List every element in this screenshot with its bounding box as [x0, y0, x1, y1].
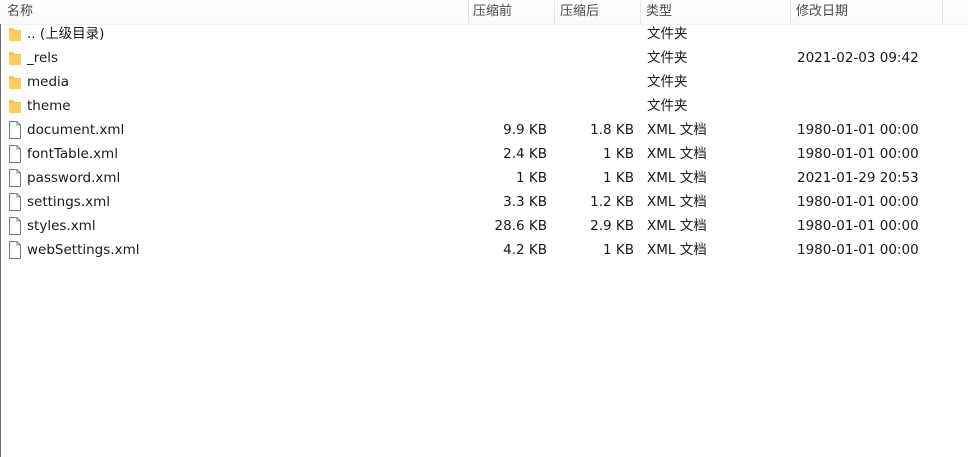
folder-icon	[8, 97, 22, 115]
file-type: XML 文档	[647, 194, 707, 210]
file-name: media	[27, 74, 70, 90]
modified-date: 1980-01-01 00:00	[797, 218, 919, 234]
file-row[interactable]: settings.xml 3.3 KB 1.2 KB XML 文档 1980-01-01…	[1, 190, 968, 214]
file-type: 文件夹	[647, 74, 688, 90]
column-divider[interactable]	[554, 0, 555, 24]
file-icon	[8, 193, 22, 211]
file-name: fontTable.xml	[27, 146, 118, 162]
file-icon	[8, 169, 22, 187]
file-row[interactable]: _rels 文件夹 2021-02-03 09:42	[1, 46, 968, 70]
original-size: 1 KB	[516, 170, 547, 186]
file-name: password.xml	[27, 170, 121, 186]
original-size: 28.6 KB	[494, 218, 547, 234]
file-row[interactable]: .. (上级目录) 文件夹	[1, 22, 968, 46]
modified-date: 2021-02-03 09:42	[797, 50, 919, 66]
column-header-name[interactable]: 名称	[7, 0, 33, 24]
file-row[interactable]: styles.xml 28.6 KB 2.9 KB XML 文档 1980-01-01 …	[1, 214, 968, 238]
file-type: XML 文档	[647, 218, 707, 234]
modified-date: 1980-01-01 00:00	[797, 122, 919, 138]
file-name: _rels	[27, 50, 59, 66]
modified-date: 1980-01-01 00:00	[797, 194, 919, 210]
compressed-size: 1 KB	[603, 170, 634, 186]
modified-date: 2021-01-29 20:53	[797, 170, 919, 186]
file-row[interactable]: password.xml 1 KB 1 KB XML 文档 2021-01-29 20:…	[1, 166, 968, 190]
folder-icon	[8, 73, 22, 91]
column-header-original-size[interactable]: 压缩前	[473, 0, 512, 24]
file-type: 文件夹	[647, 26, 688, 42]
file-icon	[8, 241, 22, 259]
modified-date: 1980-01-01 00:00	[797, 146, 919, 162]
file-icon	[8, 217, 22, 235]
file-type: XML 文档	[647, 242, 707, 258]
compressed-size: 1 KB	[603, 242, 634, 258]
file-name: webSettings.xml	[27, 242, 140, 258]
file-row[interactable]: webSettings.xml 4.2 KB 1 KB XML 文档 1980-01-0…	[1, 238, 968, 262]
file-name: styles.xml	[27, 218, 96, 234]
file-type: 文件夹	[647, 98, 688, 114]
modified-date: 1980-01-01 00:00	[797, 242, 919, 258]
file-type: XML 文档	[647, 122, 707, 138]
folder-icon	[8, 25, 22, 43]
column-header-modified[interactable]: 修改日期	[796, 0, 848, 24]
file-icon	[8, 145, 22, 163]
column-divider[interactable]	[790, 0, 791, 24]
file-type: XML 文档	[647, 170, 707, 186]
file-row[interactable]: fontTable.xml 2.4 KB 1 KB XML 文档 1980-01-01 …	[1, 142, 968, 166]
file-type: 文件夹	[647, 50, 688, 66]
file-row[interactable]: document.xml 9.9 KB 1.8 KB XML 文档 1980-01-01…	[1, 118, 968, 142]
compressed-size: 2.9 KB	[590, 218, 634, 234]
file-name: document.xml	[27, 122, 125, 138]
original-size: 2.4 KB	[503, 146, 547, 162]
file-icon	[8, 121, 22, 139]
column-divider[interactable]	[942, 0, 943, 24]
folder-icon	[8, 49, 22, 67]
original-size: 9.9 KB	[503, 122, 547, 138]
file-row[interactable]: media 文件夹	[1, 70, 968, 94]
column-header-type[interactable]: 类型	[646, 0, 672, 24]
file-name: .. (上级目录)	[27, 26, 105, 42]
file-name: settings.xml	[27, 194, 111, 210]
file-type: XML 文档	[647, 146, 707, 162]
compressed-size: 1 KB	[603, 146, 634, 162]
column-divider[interactable]	[468, 0, 469, 24]
compressed-size: 1.2 KB	[590, 194, 634, 210]
file-name: theme	[27, 98, 71, 114]
original-size: 4.2 KB	[503, 242, 547, 258]
compressed-size: 1.8 KB	[590, 122, 634, 138]
column-divider[interactable]	[640, 0, 641, 24]
column-header-compressed-size[interactable]: 压缩后	[560, 0, 599, 24]
file-row[interactable]: theme 文件夹	[1, 94, 968, 118]
original-size: 3.3 KB	[503, 194, 547, 210]
